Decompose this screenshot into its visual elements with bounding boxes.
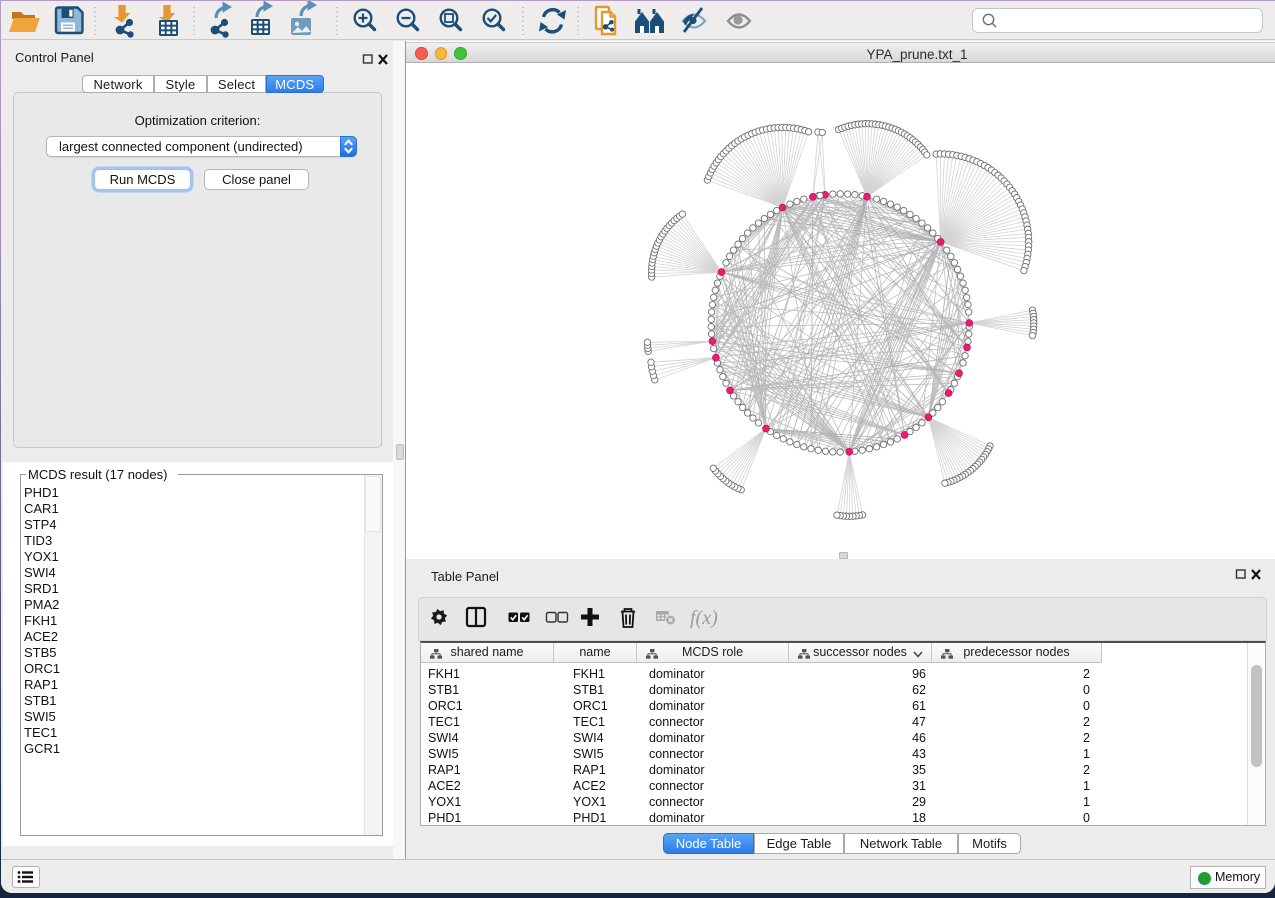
- svg-text:f(x): f(x): [690, 607, 718, 629]
